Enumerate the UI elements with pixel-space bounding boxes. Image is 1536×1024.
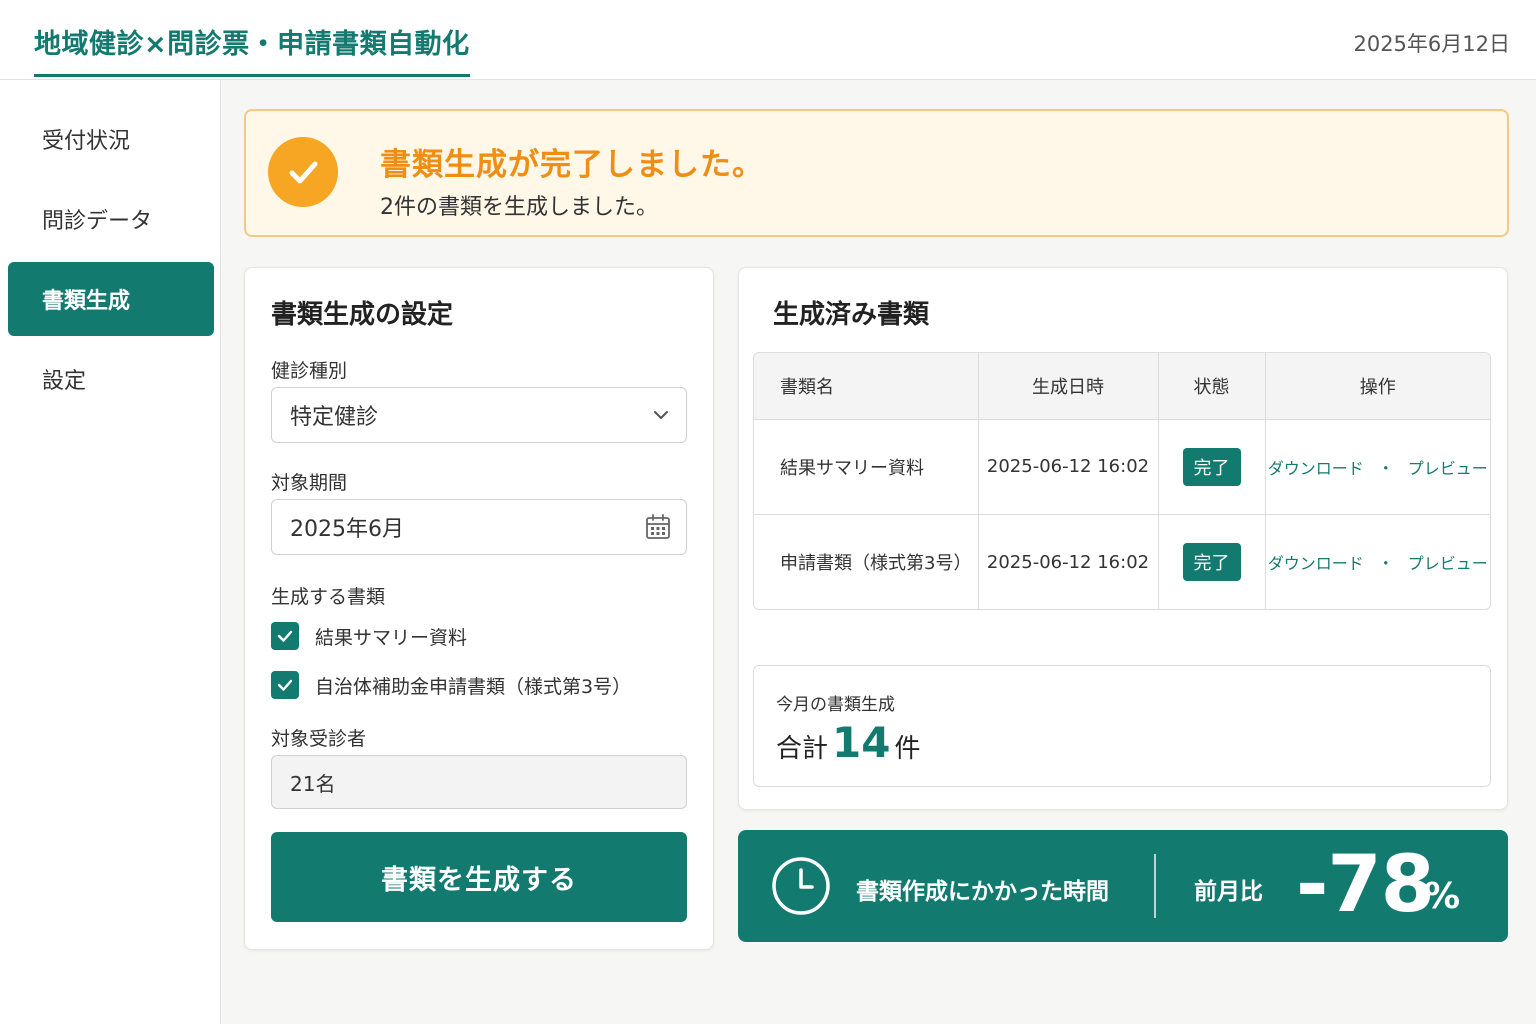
status-cell: 完了 bbox=[1158, 514, 1266, 609]
targets-field: 21名 bbox=[271, 755, 687, 809]
time-saving-label: 書類作成にかかった時間 bbox=[856, 879, 1109, 905]
column-header-status: 状態 bbox=[1158, 353, 1266, 420]
sidebar-item-settings[interactable]: 設定 bbox=[8, 342, 214, 416]
banner-message: 2件の書類を生成しました。 bbox=[380, 195, 658, 220]
status-cell: 完了 bbox=[1158, 419, 1266, 516]
time-saving-value: -78 bbox=[1296, 840, 1435, 930]
period-input[interactable]: 2025年6月 bbox=[271, 499, 687, 555]
sidebar-item-label: 受付状況 bbox=[42, 129, 131, 154]
generated-documents-card: 生成済み書類 書類名 生成日時 状態 操作 結果サマリー資料 2025-06-1… bbox=[738, 267, 1508, 810]
document-name: 申請書類（様式第3号） bbox=[754, 514, 979, 609]
monthly-stat-prefix: 合計 bbox=[776, 734, 829, 764]
document-option-label: 自治体補助金申請書類（様式第3号） bbox=[315, 675, 632, 698]
app-title: 地域健診×問診票・申請書類自動化 bbox=[34, 22, 470, 77]
period-value: 2025年6月 bbox=[290, 517, 404, 542]
column-header-actions: 操作 bbox=[1265, 353, 1490, 420]
action-separator: ・ bbox=[1377, 458, 1394, 478]
column-header-name: 書類名 bbox=[754, 353, 979, 420]
exam-type-select[interactable]: 特定健診 bbox=[271, 387, 687, 443]
exam-type-label: 健診種別 bbox=[271, 360, 348, 382]
monthly-stat-value: 合計 14 件 bbox=[776, 718, 920, 767]
monthly-stat-count: 14 bbox=[832, 718, 891, 767]
monthly-stat-label: 今月の書類生成 bbox=[776, 695, 895, 715]
preview-link[interactable]: プレビュー bbox=[1408, 554, 1488, 573]
preview-link[interactable]: プレビュー bbox=[1408, 459, 1488, 478]
success-banner: 書類生成が完了しました。 2件の書類を生成しました。 bbox=[244, 109, 1509, 237]
table-row: 申請書類（様式第3号） 2025-06-12 16:02 完了 ダウンロード・プ… bbox=[754, 514, 1490, 609]
clock-icon bbox=[772, 857, 830, 915]
table-header-row: 書類名 生成日時 状態 操作 bbox=[754, 353, 1490, 420]
targets-value: 21名 bbox=[290, 771, 336, 796]
banner-title: 書類生成が完了しました。 bbox=[380, 147, 764, 183]
time-saving-unit: % bbox=[1424, 876, 1461, 917]
check-circle-icon bbox=[268, 137, 338, 207]
settings-title: 書類生成の設定 bbox=[271, 300, 454, 330]
generate-button[interactable]: 書類を生成する bbox=[271, 832, 687, 922]
period-label: 対象期間 bbox=[271, 472, 348, 494]
download-link[interactable]: ダウンロード bbox=[1268, 459, 1364, 478]
settings-card: 書類生成の設定 健診種別 特定健診 対象期間 2025年6月 生成する書類 結果… bbox=[244, 267, 714, 950]
header-date: 2025年6月12日 bbox=[1353, 32, 1510, 56]
document-datetime: 2025-06-12 16:02 bbox=[978, 514, 1159, 609]
actions-cell: ダウンロード・プレビュー bbox=[1265, 515, 1490, 609]
document-option-application[interactable]: 自治体補助金申請書類（様式第3号） bbox=[271, 671, 631, 699]
status-badge: 完了 bbox=[1182, 543, 1241, 582]
table-row: 結果サマリー資料 2025-06-12 16:02 完了 ダウンロード・プレビュ… bbox=[754, 419, 1490, 516]
sidebar: 受付状況 問診データ 書類生成 設定 bbox=[0, 80, 221, 1024]
sidebar-item-questionnaire[interactable]: 問診データ bbox=[8, 182, 214, 256]
divider bbox=[1154, 854, 1156, 918]
sidebar-item-document-generation[interactable]: 書類生成 bbox=[8, 262, 214, 336]
document-datetime: 2025-06-12 16:02 bbox=[978, 419, 1159, 516]
generated-title: 生成済み書類 bbox=[773, 300, 930, 330]
monthly-stat-box: 今月の書類生成 合計 14 件 bbox=[753, 665, 1491, 787]
actions-cell: ダウンロード・プレビュー bbox=[1265, 419, 1490, 516]
monthly-stat-unit: 件 bbox=[894, 734, 921, 764]
time-compare-label: 前月比 bbox=[1194, 879, 1263, 905]
download-link[interactable]: ダウンロード bbox=[1268, 554, 1364, 573]
action-separator: ・ bbox=[1377, 554, 1394, 574]
sidebar-item-reception[interactable]: 受付状況 bbox=[8, 102, 214, 176]
status-badge: 完了 bbox=[1182, 447, 1241, 486]
chevron-down-icon bbox=[654, 411, 668, 419]
column-header-datetime: 生成日時 bbox=[978, 353, 1159, 420]
exam-type-value: 特定健診 bbox=[290, 405, 379, 430]
generated-documents-table: 書類名 生成日時 状態 操作 結果サマリー資料 2025-06-12 16:02… bbox=[753, 352, 1491, 610]
checkbox-checked-icon[interactable] bbox=[271, 622, 299, 650]
sidebar-item-label: 問診データ bbox=[42, 209, 153, 234]
app-header: 地域健診×問診票・申請書類自動化 2025年6月12日 bbox=[0, 0, 1536, 80]
document-option-label: 結果サマリー資料 bbox=[315, 626, 468, 649]
documents-label: 生成する書類 bbox=[271, 586, 386, 608]
document-name: 結果サマリー資料 bbox=[754, 419, 979, 516]
time-saving-banner: 書類作成にかかった時間 前月比 -78 % bbox=[738, 830, 1508, 942]
sidebar-item-label: 設定 bbox=[42, 369, 87, 394]
targets-label: 対象受診者 bbox=[271, 728, 367, 750]
calendar-icon[interactable] bbox=[644, 513, 672, 541]
checkbox-checked-icon[interactable] bbox=[271, 671, 299, 699]
document-option-summary[interactable]: 結果サマリー資料 bbox=[271, 622, 467, 650]
sidebar-item-label: 書類生成 bbox=[42, 289, 131, 314]
